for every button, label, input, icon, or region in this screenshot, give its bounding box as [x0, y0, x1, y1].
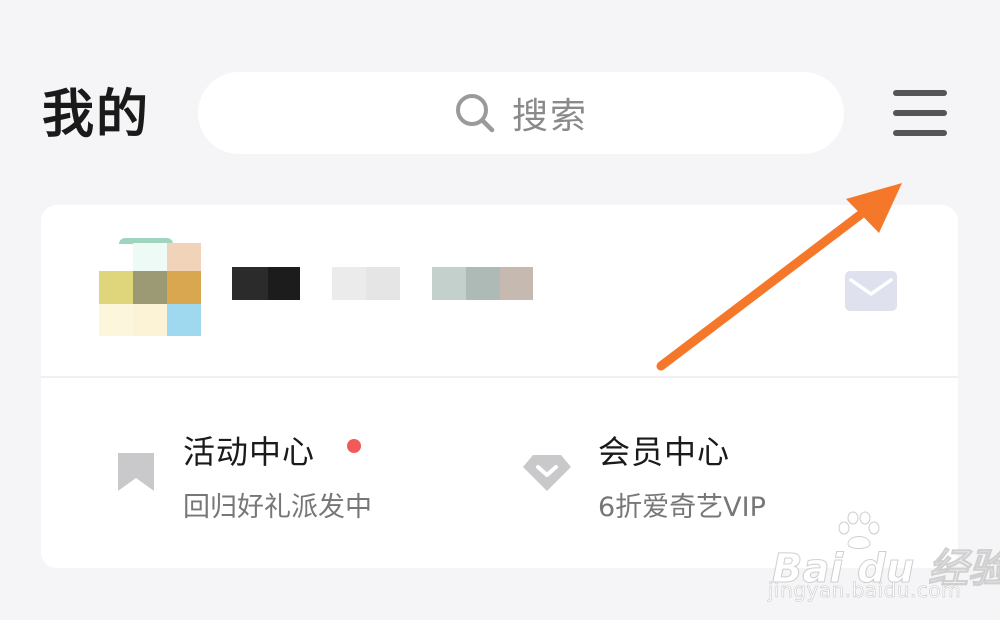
- hamburger-menu-icon[interactable]: [893, 90, 947, 138]
- vip-center-subtitle: 6折爱奇艺VIP: [598, 492, 766, 523]
- divider: [41, 376, 958, 378]
- vip-center-title: 会员中心: [598, 433, 731, 471]
- watermark-url: jingyan.baidu.com: [768, 578, 962, 603]
- vip-center-item[interactable]: 会员中心 6折爱奇艺VIP: [521, 427, 851, 523]
- notification-badge: [347, 439, 361, 453]
- activity-center-subtitle: 回归好礼派发中: [183, 492, 372, 523]
- search-placeholder: 搜索: [511, 96, 588, 137]
- diamond-icon: [523, 455, 571, 491]
- avatar[interactable]: [99, 238, 201, 336]
- search-icon: [455, 94, 495, 133]
- activity-center-title: 活动中心: [183, 433, 316, 471]
- page-title: 我的: [42, 85, 151, 145]
- search-bar[interactable]: 搜索: [198, 72, 844, 154]
- mail-icon[interactable]: [845, 271, 897, 311]
- activity-center-item[interactable]: 活动中心 回归好礼派发中: [111, 427, 441, 523]
- baidu-watermark: Bai du 经验 jingyan.baidu.com: [760, 510, 1000, 605]
- bookmark-icon: [118, 453, 154, 491]
